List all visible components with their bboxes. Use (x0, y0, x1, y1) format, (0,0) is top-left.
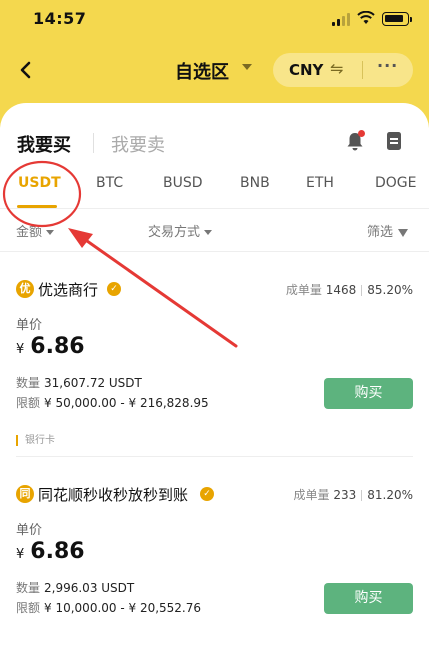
currency-symbol: ¥ (16, 547, 25, 562)
coin-tab-usdt[interactable]: USDT (18, 175, 61, 191)
limit-value: ¥ 10,000.00 - ¥ 20,552.76 (44, 601, 202, 615)
notification-dot (358, 130, 365, 137)
currency-symbol: ¥ (16, 342, 25, 357)
amount-filter-label: 金额 (16, 225, 43, 240)
price-label: 单价 (16, 523, 43, 538)
completion-rate: 85.20% (367, 283, 413, 297)
limit-label: 限额 (16, 601, 41, 615)
price: ¥6.86 (16, 334, 85, 359)
merchant-name[interactable]: 同花顺秒收秒放秒到账 (38, 484, 188, 505)
price-value: 6.86 (30, 539, 85, 564)
filter-button[interactable]: 筛选 (367, 221, 409, 240)
orders-label: 成单量 (293, 488, 330, 502)
battery-icon (382, 12, 412, 26)
swap-icon[interactable]: ⇋ (330, 59, 343, 78)
chevron-down-icon[interactable] (242, 64, 252, 70)
limit-value: ¥ 50,000.00 - ¥ 216,828.95 (44, 396, 209, 410)
limit-row: 限额 ¥ 50,000.00 - ¥ 216,828.95 (16, 394, 209, 411)
divider (0, 251, 429, 252)
divider (16, 456, 413, 457)
orders-count: 1468 (325, 283, 357, 297)
amount-filter[interactable]: 金额 (16, 221, 55, 240)
quantity-row: 数量 31,607.72 USDT (16, 374, 142, 391)
caret-down-icon (204, 230, 213, 235)
payment-method-tag: 银行卡 (16, 435, 55, 446)
signal-icon (332, 12, 352, 26)
quantity-value: 31,607.72 USDT (44, 376, 142, 390)
merchant-stats: 成单量 1468 85.20% (286, 281, 413, 298)
merchant-stats: 成单量 233 81.20% (293, 486, 413, 503)
merchant-avatar: 优 (16, 280, 34, 298)
verified-badge-icon: ✓ (107, 282, 121, 296)
merchant-avatar: 同 (16, 485, 34, 503)
stats-divider (361, 285, 363, 296)
tab-buy[interactable]: 我要买 (17, 131, 71, 157)
quantity-value: 2,996.03 USDT (44, 581, 135, 595)
quantity-row: 数量 2,996.03 USDT (16, 579, 134, 596)
filter-label: 筛选 (367, 225, 394, 240)
price: ¥6.86 (16, 539, 85, 564)
price-label: 单价 (16, 318, 43, 333)
coin-tab-btc[interactable]: BTC (96, 175, 123, 191)
currency-selector[interactable]: CNY (289, 61, 323, 79)
content-card: 我要买 我要卖 USDT BTC BUSD BNB ETH DOGE 金额 交易… (0, 103, 429, 648)
coin-tab-doge[interactable]: DOGE (375, 175, 417, 191)
order-list-icon[interactable] (386, 131, 402, 151)
limit-row: 限额 ¥ 10,000.00 - ¥ 20,552.76 (16, 599, 201, 616)
quantity-label: 数量 (16, 376, 41, 390)
currency-pill: CNY ⇋ ··· (273, 53, 413, 87)
more-icon[interactable]: ··· (377, 56, 398, 75)
price-value: 6.86 (30, 334, 85, 359)
buy-button[interactable]: 购买 (324, 583, 413, 614)
divider (0, 208, 429, 209)
quantity-label: 数量 (16, 581, 41, 595)
payment-filter-label: 交易方式 (148, 225, 201, 240)
funnel-icon (398, 228, 409, 237)
verified-badge-icon: ✓ (200, 487, 214, 501)
stats-divider (361, 490, 363, 501)
chevron-left-icon (20, 61, 31, 79)
coin-tabs: USDT BTC BUSD BNB ETH DOGE (0, 175, 429, 205)
tab-sell[interactable]: 我要卖 (111, 131, 165, 157)
back-button[interactable] (18, 58, 40, 82)
tab-divider (93, 133, 94, 153)
status-bar: 14:57 (0, 0, 429, 40)
payment-filter[interactable]: 交易方式 (148, 221, 213, 240)
page-title[interactable]: 自选区 (175, 58, 229, 84)
pill-divider (362, 61, 363, 79)
limit-label: 限额 (16, 396, 41, 410)
caret-down-icon (46, 230, 55, 235)
wifi-icon (357, 11, 375, 24)
status-time: 14:57 (33, 9, 87, 28)
completion-rate: 81.20% (367, 488, 413, 502)
buy-button[interactable]: 购买 (324, 378, 413, 409)
merchant-name[interactable]: 优选商行 (38, 279, 98, 300)
filter-bar: 金额 交易方式 筛选 (0, 221, 429, 243)
orders-count: 233 (333, 488, 357, 502)
orders-label: 成单量 (285, 283, 322, 297)
coin-tab-eth[interactable]: ETH (306, 175, 334, 191)
coin-tab-bnb[interactable]: BNB (240, 175, 270, 191)
coin-tab-busd[interactable]: BUSD (163, 175, 203, 191)
